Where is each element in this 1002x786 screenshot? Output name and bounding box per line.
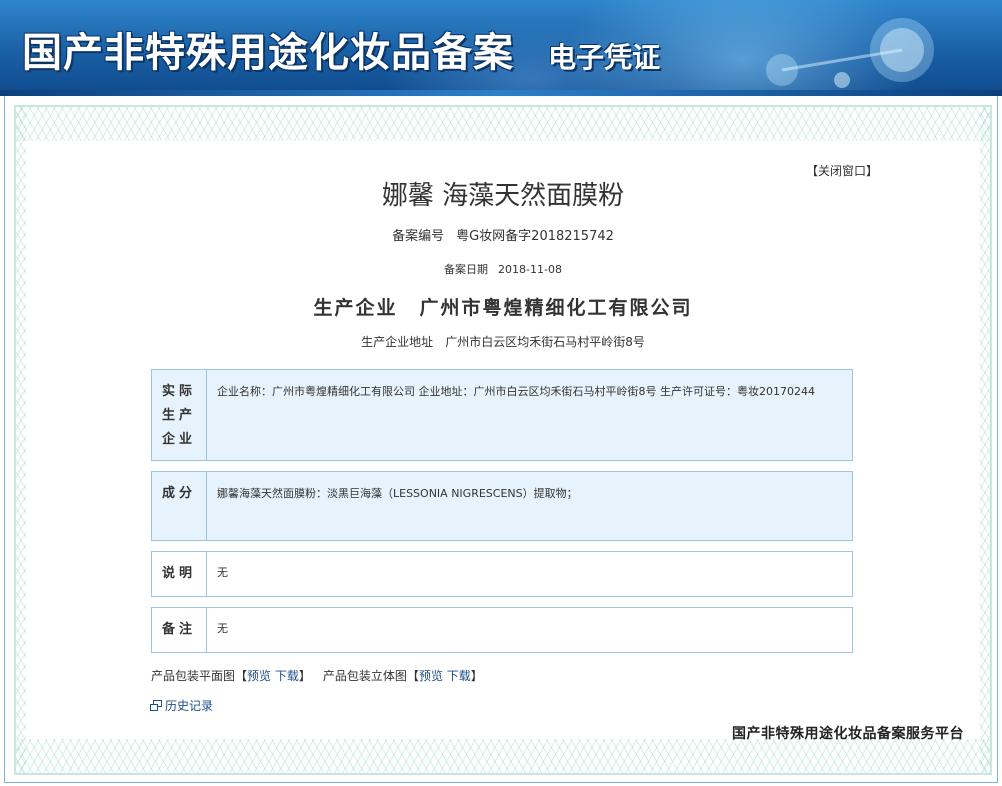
ingredients-label: 成分 — [152, 472, 207, 540]
certificate-panel: 【关闭窗口】 娜馨 海藻天然面膜粉 备案编号 粤G妆网备字2018215742 备… — [4, 96, 998, 783]
bracket: 【 — [235, 669, 248, 683]
certificate-frame: 【关闭窗口】 娜馨 海藻天然面膜粉 备案编号 粤G妆网备字2018215742 备… — [14, 105, 992, 775]
bracket: 】 — [298, 669, 311, 683]
producer-address-label: 生产企业地址 — [361, 335, 434, 349]
packaging-links: 产品包装平面图【预览 下载】 产品包装立体图【预览 下载】 — [151, 667, 483, 684]
flat-package-label: 产品包装平面图 — [151, 669, 236, 683]
header-subtitle: 电子凭证 — [548, 41, 661, 74]
header-banner: 国产非特殊用途化妆品备案 电子凭证 — [0, 0, 1002, 96]
remarks-label: 备注 — [152, 608, 207, 652]
registration-number-value: 粤G妆网备字2018215742 — [456, 229, 614, 244]
solid-preview-link[interactable]: 预览 — [419, 669, 443, 683]
actual-producer-content: 企业名称：广州市粤煌精细化工有限公司 企业地址：广州市白云区均禾街石马村平岭街8… — [217, 385, 815, 398]
registration-number-label: 备案编号 — [392, 229, 445, 244]
producer-company-label: 生产企业 — [313, 297, 398, 319]
producer-company: 生产企业 广州市粤煌精细化工有限公司 — [16, 293, 990, 320]
producer-address-value: 广州市白云区均禾街石马村平岭街8号 — [445, 335, 645, 349]
producer-company-value: 广州市粤煌精细化工有限公司 — [419, 297, 693, 319]
registration-date-value: 2018-11-08 — [498, 263, 562, 276]
window-icon — [150, 700, 162, 711]
product-title: 娜馨 海藻天然面膜粉 — [381, 181, 625, 211]
header-title: 国产非特殊用途化妆品备案 — [22, 30, 514, 76]
history-link[interactable]: 历史记录 — [150, 697, 213, 714]
description-section: 说明 无 — [151, 551, 853, 597]
remarks-section: 备注 无 — [151, 607, 853, 653]
label-line: 实际 — [161, 384, 196, 399]
remarks-content: 无 — [217, 622, 228, 635]
platform-name: 国产非特殊用途化妆品备案服务平台 — [732, 726, 964, 742]
description-label: 说明 — [152, 552, 207, 596]
solid-download-link[interactable]: 下载 — [447, 669, 471, 683]
description-content: 无 — [217, 566, 228, 579]
globe-graphic — [766, 18, 934, 88]
flat-download-link[interactable]: 下载 — [275, 669, 299, 683]
label-line: 生产 — [161, 408, 196, 423]
registration-number: 备案编号 粤G妆网备字2018215742 — [16, 225, 990, 244]
solid-package-label: 产品包装立体图 — [322, 669, 407, 683]
guilloche-border-top — [16, 107, 990, 141]
actual-producer-section: 实际 生产 企业 企业名称：广州市粤煌精细化工有限公司 企业地址：广州市白云区均… — [151, 369, 853, 461]
bracket: 【 — [406, 669, 419, 683]
label-line: 企业 — [161, 432, 196, 447]
ingredients-content: 娜馨海藻天然面膜粉：淡黑巨海藻（LESSONIA NIGRESCENS）提取物； — [217, 487, 578, 500]
history-label: 历史记录 — [165, 699, 214, 713]
guilloche-border-bottom — [16, 739, 990, 773]
flat-preview-link[interactable]: 预览 — [247, 669, 271, 683]
bracket: 】 — [470, 669, 483, 683]
registration-date: 备案日期 2018-11-08 — [16, 261, 990, 277]
producer-address: 生产企业地址 广州市白云区均禾街石马村平岭街8号 — [16, 333, 990, 350]
registration-date-label: 备案日期 — [444, 263, 489, 276]
ingredients-section: 成分 娜馨海藻天然面膜粉：淡黑巨海藻（LESSONIA NIGRESCENS）提… — [151, 471, 853, 541]
actual-producer-label: 实际 生产 企业 — [152, 370, 207, 460]
